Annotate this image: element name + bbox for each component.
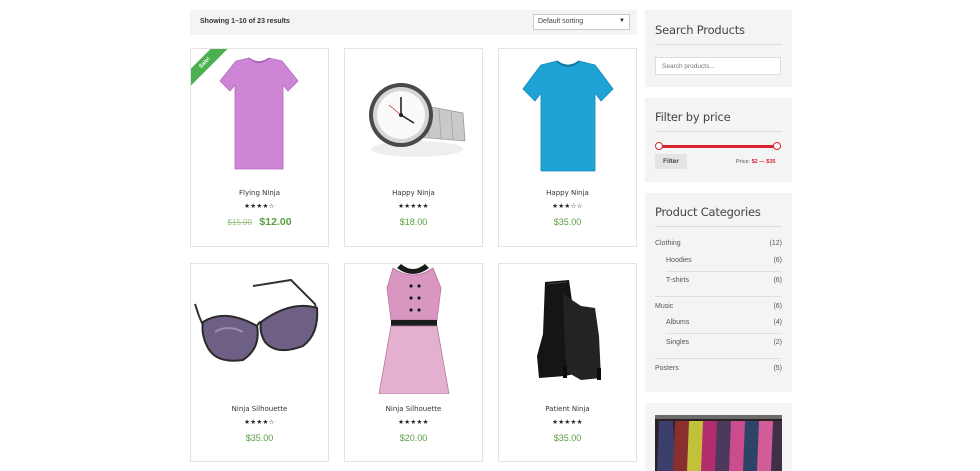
pink-tshirt-image[interactable] (191, 49, 328, 179)
sort-selected-value: Default sorting (538, 18, 584, 25)
product-price: $35.00 (245, 433, 274, 443)
price-slider-min-handle[interactable] (655, 142, 663, 150)
category-item-tshirts[interactable]: T-shirts (6) (666, 272, 782, 292)
divider (655, 226, 782, 227)
divider (655, 296, 782, 297)
blue-tshirt-image[interactable] (499, 49, 636, 179)
category-name[interactable]: Hoodies (666, 257, 692, 264)
category-name[interactable]: Singles (666, 339, 689, 346)
product-card[interactable]: Ninja Silhouette ★★★★★ $20.00 (344, 263, 483, 462)
star-rating: ★★★★★ (398, 203, 429, 210)
result-count: Showing 1–10 of 23 results (200, 18, 290, 25)
clothing-rack-image[interactable] (655, 415, 782, 471)
shop-toolbar: Showing 1–10 of 23 results Default sorti… (190, 10, 637, 35)
category-count: (2) (773, 339, 782, 346)
product-price: $15.00 $12.00 (191, 216, 328, 228)
old-price: $15.00 (227, 218, 252, 227)
star-rating: ★★★★☆ (244, 203, 275, 210)
product-name[interactable]: Happy Ninja (499, 189, 636, 197)
price-range-label: Price: $2 — $35 (736, 159, 775, 165)
search-widget: Search Products (645, 10, 792, 87)
star-rating: ★★★★★ (398, 419, 429, 426)
price-min: $2 (751, 159, 758, 165)
star-rating: ★★★☆☆ (552, 203, 583, 210)
price-filter-widget: Filter by price Filter Price: $2 — $35 (645, 98, 792, 182)
product-card[interactable]: Ninja Silhouette ★★★★☆ $35.00 (190, 263, 329, 462)
sort-select[interactable]: Default sorting ▼ (533, 14, 630, 30)
category-item-singles[interactable]: Singles (2) (666, 334, 782, 354)
category-name[interactable]: Albums (666, 319, 689, 326)
product-price: $18.00 (399, 217, 428, 227)
price-slider-range (659, 145, 777, 148)
category-count: (4) (773, 319, 782, 326)
pink-dress-image[interactable] (345, 264, 482, 394)
category-count: (6) (773, 277, 782, 284)
price-slider-max-handle[interactable] (773, 142, 781, 150)
category-count: (6) (773, 257, 782, 264)
divider (655, 358, 782, 359)
price-separator: — (759, 159, 765, 165)
category-count: (12) (769, 240, 782, 247)
search-widget-title: Search Products (655, 23, 745, 37)
category-item-posters[interactable]: Posters (5) (655, 360, 782, 380)
product-card[interactable]: Happy Ninja ★★★☆☆ $35.00 (498, 48, 637, 247)
divider (655, 44, 782, 45)
product-name[interactable]: Flying Ninja (191, 189, 328, 197)
product-price: $35.00 (553, 433, 582, 443)
sunglasses-image[interactable] (191, 264, 328, 394)
black-boots-image[interactable] (499, 264, 636, 394)
product-name[interactable]: Happy Ninja (345, 189, 482, 197)
product-card[interactable]: Happy Ninja ★★★★★ $18.00 (344, 48, 483, 247)
category-count: (6) (773, 303, 782, 310)
sale-price: $12.00 (259, 216, 292, 228)
star-rating: ★★★★★ (552, 419, 583, 426)
product-name[interactable]: Patient Ninja (499, 405, 636, 413)
category-count: (5) (773, 365, 782, 372)
price-label: Price: (736, 159, 751, 165)
price-filter-title: Filter by price (655, 110, 731, 124)
price-max: $35 (766, 159, 776, 165)
search-input[interactable] (655, 57, 781, 75)
category-item-hoodies[interactable]: Hoodies (6) (666, 252, 782, 272)
promo-widget (645, 403, 792, 471)
product-name[interactable]: Ninja Silhouette (345, 405, 482, 413)
category-name[interactable]: Clothing (655, 240, 681, 247)
category-name[interactable]: Music (655, 303, 673, 310)
wristwatch-image[interactable] (345, 49, 482, 179)
product-card[interactable]: Sale! Flying Ninja ★★★★☆ $15.00 $12.00 (190, 48, 329, 247)
star-rating: ★★★★☆ (244, 419, 275, 426)
category-name[interactable]: T-shirts (666, 277, 689, 284)
product-categories-widget: Product Categories Clothing (12) Hoodies… (645, 193, 792, 392)
filter-button[interactable]: Filter (655, 154, 687, 169)
divider (655, 131, 782, 132)
category-name[interactable]: Posters (655, 365, 679, 372)
categories-title: Product Categories (655, 205, 761, 219)
product-name[interactable]: Ninja Silhouette (191, 405, 328, 413)
product-card[interactable]: Patient Ninja ★★★★★ $35.00 (498, 263, 637, 462)
dropdown-arrow-icon: ▼ (619, 18, 625, 24)
category-item-albums[interactable]: Albums (4) (666, 314, 782, 334)
product-price: $35.00 (553, 217, 582, 227)
product-price: $20.00 (399, 433, 428, 443)
